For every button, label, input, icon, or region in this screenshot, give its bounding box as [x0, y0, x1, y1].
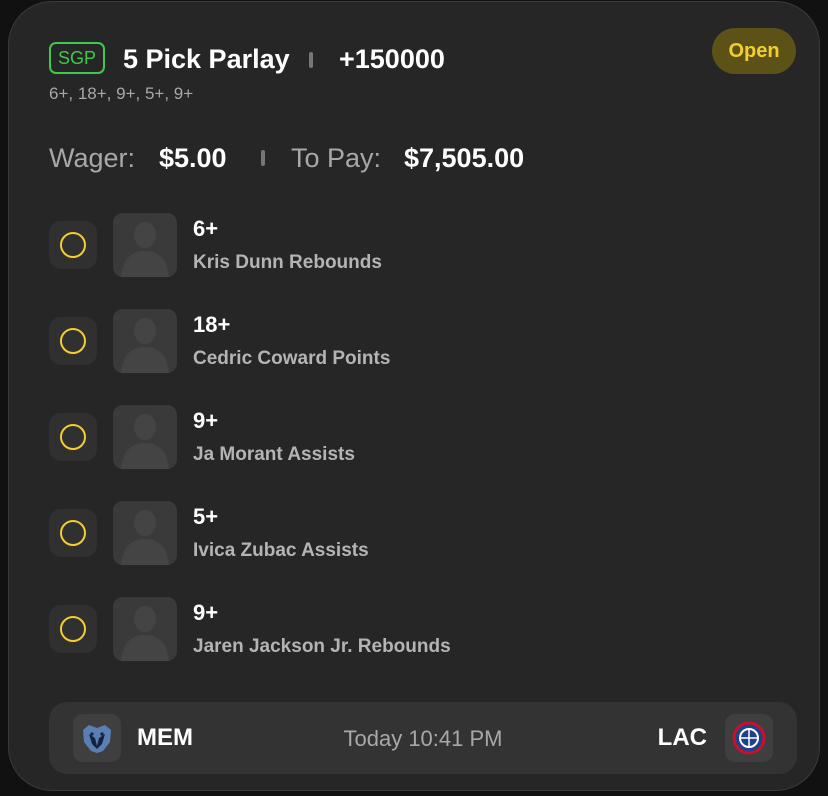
leg-row[interactable]: 6+ Kris Dunn Rebounds [49, 213, 789, 279]
to-pay-value: $7,505.00 [404, 143, 525, 173]
player-avatar-icon [113, 213, 177, 277]
leg-status-icon [49, 605, 97, 653]
leg-status-icon [49, 413, 97, 461]
player-avatar-icon [113, 501, 177, 565]
leg-market: Jaren Jackson Jr. Rebounds [193, 636, 451, 657]
leg-market: Cedric Coward Points [193, 348, 391, 369]
player-avatar-icon [113, 309, 177, 373]
leg-status-icon [49, 221, 97, 269]
leg-row[interactable]: 18+ Cedric Coward Points [49, 309, 789, 375]
leg-market: Ja Morant Assists [193, 444, 355, 465]
parlay-lines-summary: 6+, 18+, 9+, 5+, 9+ [49, 84, 194, 103]
player-avatar-icon [113, 405, 177, 469]
clippers-logo-icon [725, 714, 773, 762]
player-avatar-icon [113, 597, 177, 661]
to-pay-label: To Pay: [291, 143, 382, 173]
away-team: LAC [657, 724, 707, 751]
leg-line: 9+ [193, 600, 219, 625]
sgp-badge: SGP [49, 42, 105, 74]
wager-label: Wager: [49, 143, 136, 173]
leg-line: 9+ [193, 408, 219, 433]
wager-divider [261, 150, 265, 166]
parlay-odds: +150000 [339, 44, 445, 74]
leg-status-icon [49, 509, 97, 557]
title-divider [309, 52, 313, 68]
status-badge: Open [712, 28, 796, 74]
game-info-bar[interactable]: MEM Today 10:41 PM LAC [49, 702, 797, 774]
leg-market: Ivica Zubac Assists [193, 540, 369, 561]
leg-row[interactable]: 5+ Ivica Zubac Assists [49, 501, 789, 567]
leg-row[interactable]: 9+ Jaren Jackson Jr. Rebounds [49, 597, 789, 663]
leg-status-icon [49, 317, 97, 365]
leg-market: Kris Dunn Rebounds [193, 252, 382, 273]
leg-line: 5+ [193, 504, 219, 529]
parlay-title: 5 Pick Parlay [123, 44, 290, 74]
leg-line: 6+ [193, 216, 219, 241]
wager-value: $5.00 [159, 143, 227, 173]
leg-line: 18+ [193, 312, 231, 337]
leg-row[interactable]: 9+ Ja Morant Assists [49, 405, 789, 471]
parlay-card[interactable]: SGP 5 Pick Parlay +150000 6+, 18+, 9+, 5… [8, 1, 820, 791]
